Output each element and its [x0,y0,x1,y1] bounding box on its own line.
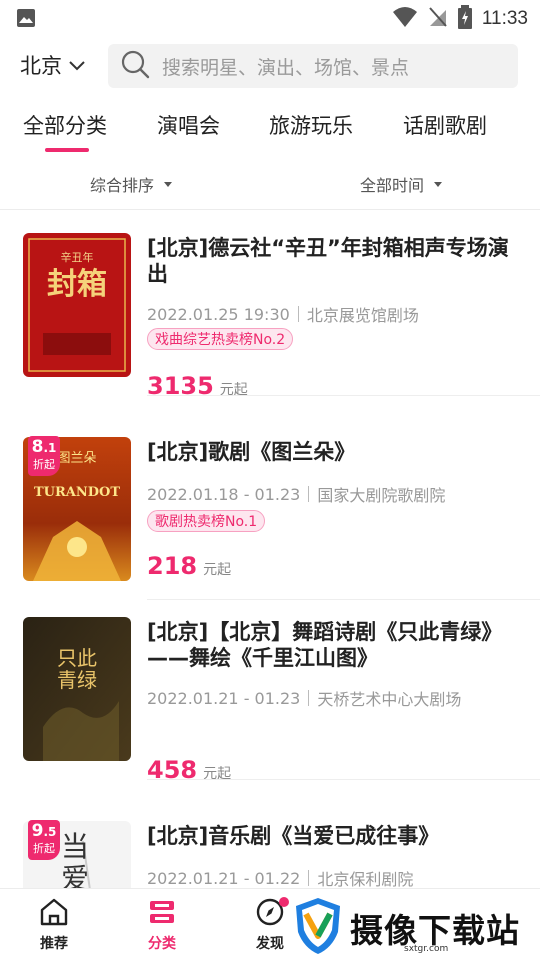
event-card[interactable]: 图兰朵 TURANDOT 8.1 折起 [北京]歌剧《图兰朵》 2022.01.… [0,416,540,600]
nav-recommend[interactable]: 推荐 [24,897,84,953]
price-unit: 元起 [219,382,248,398]
time-dropdown[interactable]: 全部时间 [360,172,443,196]
discount-badge: 9.5 折起 [28,820,60,860]
event-title: [北京]德云社“辛丑”年封箱相声专场演出 [147,236,509,286]
card-divider [147,779,540,780]
poster-title: 封箱 [47,267,107,302]
site-watermark: 摄像下载站 sxtgr.com [292,896,540,960]
city-label: 北京 [20,54,62,78]
event-card[interactable]: 辛丑年 封箱 [北京]德云社“辛丑”年封箱相声专场演出 2022.01.25 1… [0,212,540,400]
meta-divider [308,870,310,886]
caret-down-icon [434,181,443,187]
search-placeholder: 搜索明星、演出、场馆、景点 [162,56,410,79]
ranking-tag: 戏曲综艺热卖榜No.2 [147,328,294,350]
meta-divider [308,690,310,706]
discount-value: 8 [31,437,44,457]
nav-discover[interactable]: 发现 [240,897,300,953]
event-poster: 只此青绿 [23,617,131,761]
compass-icon [254,898,286,931]
chevron-down-icon [68,53,86,77]
search-input[interactable]: 搜索明星、演出、场馆、景点 [108,44,518,88]
discount-label: 折起 [33,842,55,855]
event-date: 2022.01.21 - 01.22 [147,868,301,888]
time-label: 全部时间 [360,176,425,195]
city-selector[interactable]: 北京 [20,50,86,80]
discount-badge: 8.1 折起 [28,436,60,476]
tab-drama-opera[interactable]: 话剧歌剧 [403,110,487,140]
poster-title: 只此青绿 [57,646,97,692]
sort-dropdown[interactable]: 综合排序 [90,172,173,196]
discount-label: 折起 [33,458,55,471]
event-date: 2022.01.25 19:30 [147,304,290,324]
gallery-notification-icon [16,8,36,32]
no-signal-icon [428,6,448,32]
tab-all-categories[interactable]: 全部分类 [23,110,107,140]
wifi-icon [392,6,418,32]
meta-divider [308,486,310,502]
category-icon [146,901,178,931]
filter-bar: 综合排序 全部时间 [0,158,540,210]
event-meta: 2022.01.21 - 01.23 天桥艺术中心大剧场 [147,686,461,710]
event-meta: 2022.01.18 - 01.23 国家大剧院歌剧院 [147,482,445,506]
category-tabs: 全部分类 演唱会 旅游玩乐 话剧歌剧 [0,104,540,158]
poster-subtitle: 辛丑年 [60,251,94,264]
meta-divider [297,306,299,322]
ranking-tag: 歌剧热卖榜No.1 [147,510,266,532]
event-venue: 北京展览馆剧场 [306,306,419,325]
card-divider [147,395,540,396]
event-venue: 北京保利剧院 [317,870,414,889]
top-header: 北京 搜索明星、演出、场馆、景点 [0,42,540,90]
poster-title: 当爱 [61,830,90,895]
active-tab-indicator [45,148,89,152]
nav-label: 发现 [256,936,284,952]
event-price: 218 元起 [147,552,231,580]
event-venue: 天桥艺术中心大剧场 [317,690,462,709]
event-date: 2022.01.18 - 01.23 [147,484,301,504]
caret-down-icon [164,181,173,187]
sort-label: 综合排序 [90,176,155,195]
clock-time: 11:33 [481,8,528,29]
discount-decimal: .5 [43,825,57,839]
event-poster: 辛丑年 封箱 [23,233,131,377]
home-icon [38,898,70,931]
nav-label: 分类 [148,936,176,952]
price-unit: 元起 [203,766,232,782]
event-date: 2022.01.21 - 01.23 [147,688,301,708]
event-title: [北京]歌剧《图兰朵》 [147,440,356,464]
event-meta: 2022.01.21 - 01.22 北京保利剧院 [147,866,413,890]
search-icon [120,49,150,83]
status-bar: 11:33 [0,0,540,36]
tab-travel[interactable]: 旅游玩乐 [269,110,353,140]
tab-concerts[interactable]: 演唱会 [157,110,220,140]
discount-value: 9 [31,821,44,841]
battery-charging-icon [457,5,472,33]
nav-category[interactable]: 分类 [132,897,192,953]
watermark-url: sxtgr.com [404,944,449,954]
shield-logo-icon [292,896,344,960]
discount-decimal: .1 [43,441,57,455]
event-card[interactable]: 只此青绿 [北京]【北京】舞蹈诗剧《只此青绿》——舞绘《千里江山图》 2022.… [0,596,540,784]
nav-label: 推荐 [40,936,68,952]
poster-title: TURANDOT [33,485,121,500]
event-title: [北京]音乐剧《当爱已成往事》 [147,824,440,848]
event-meta: 2022.01.25 19:30 北京展览馆剧场 [147,302,419,326]
event-venue: 国家大剧院歌剧院 [317,486,446,505]
price-value: 218 [147,552,198,580]
notification-dot [279,897,289,907]
price-unit: 元起 [203,562,232,578]
event-title: [北京]【北京】舞蹈诗剧《只此青绿》——舞绘《千里江山图》 [147,620,503,670]
